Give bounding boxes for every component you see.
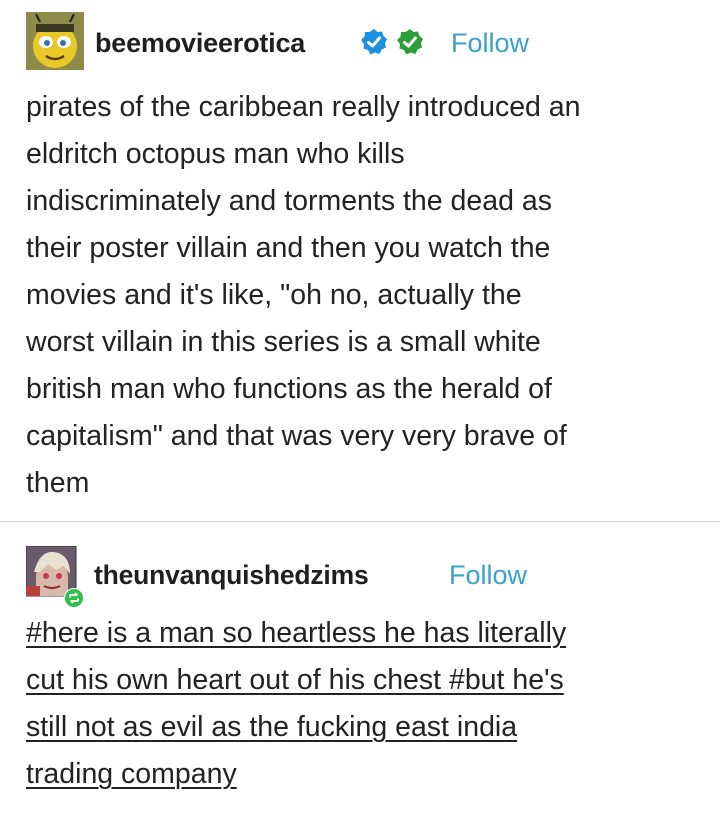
anime-avatar-icon[interactable] bbox=[25, 545, 84, 608]
post-body-line: capitalism" and that was very very brave… bbox=[26, 420, 567, 452]
post-header: theunvanquishedzims Follow bbox=[0, 540, 720, 608]
username[interactable]: beemovieerotica bbox=[95, 28, 305, 59]
post-header: beemovieerotica Follow bbox=[0, 12, 720, 72]
reblog-icon bbox=[64, 588, 84, 608]
tag-line[interactable]: trading company bbox=[26, 751, 706, 798]
post-body-line: them bbox=[26, 467, 90, 499]
post-body-line: indiscriminately and torments the dead a… bbox=[26, 185, 552, 217]
post-divider bbox=[0, 521, 720, 522]
post-body: pirates of the caribbean really introduc… bbox=[26, 84, 706, 507]
post-body-line: british man who functions as the herald … bbox=[26, 373, 552, 405]
post-body-line: movies and it's like, "oh no, actually t… bbox=[26, 279, 522, 311]
post-body-line: their poster villain and then you watch … bbox=[26, 232, 551, 264]
bee-avatar-icon[interactable] bbox=[26, 12, 84, 70]
tag-line[interactable]: still not as evil as the fucking east in… bbox=[26, 704, 706, 751]
blue-verified-badge-icon bbox=[360, 28, 388, 56]
username[interactable]: theunvanquishedzims bbox=[94, 560, 369, 591]
follow-button[interactable]: Follow bbox=[451, 28, 529, 59]
post-tags: #here is a man so heartless he has liter… bbox=[26, 610, 706, 798]
green-verified-badge-icon bbox=[396, 28, 424, 56]
post-body-line: eldritch octopus man who kills bbox=[26, 138, 405, 170]
tag-line[interactable]: #here is a man so heartless he has liter… bbox=[26, 610, 706, 657]
tag-line[interactable]: cut his own heart out of his chest #but … bbox=[26, 657, 706, 704]
follow-button[interactable]: Follow bbox=[449, 560, 527, 591]
post-body-line: worst villain in this series is a small … bbox=[26, 326, 541, 358]
post-body-line: pirates of the caribbean really introduc… bbox=[26, 91, 581, 123]
